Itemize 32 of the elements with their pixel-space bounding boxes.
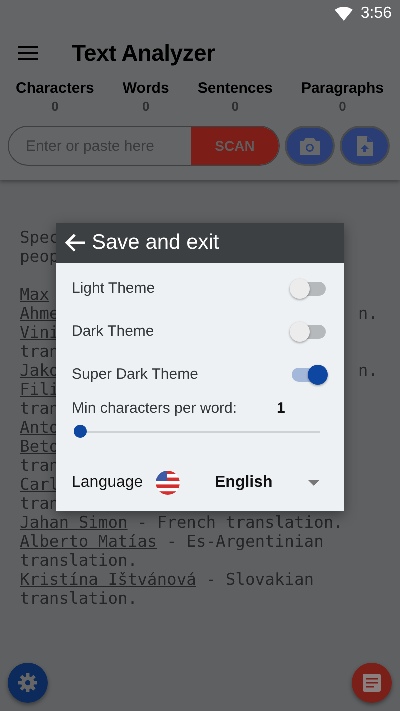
- stat-label: Words: [122, 80, 170, 97]
- body-text: - Es-Argentinian: [166, 532, 324, 551]
- language-label: Language: [72, 474, 144, 492]
- credit-link[interactable]: Carl: [20, 475, 60, 494]
- slider-label: Min characters per word:: [72, 400, 238, 417]
- body-text: n.: [358, 361, 379, 380]
- credit-link[interactable]: Max: [20, 285, 50, 304]
- body-text: translation.: [20, 551, 138, 570]
- slider-value: 1: [277, 400, 286, 417]
- toggle-label: Dark Theme: [72, 323, 154, 340]
- stat-value: 0: [232, 99, 239, 114]
- body-text: n.: [358, 304, 379, 323]
- toggle-label: Super Dark Theme: [72, 366, 198, 383]
- scan-button[interactable]: SCAN: [191, 127, 279, 165]
- status-time: 3:56: [360, 5, 392, 23]
- credit-link[interactable]: Fili: [20, 380, 60, 399]
- stat-label: Paragraphs: [301, 80, 384, 97]
- body-text: - French translation.: [136, 513, 344, 532]
- credit-link[interactable]: Kristína Ištvánová: [20, 570, 196, 589]
- body-text: - Slovakian: [205, 570, 314, 589]
- credit-link[interactable]: Vini: [20, 323, 60, 342]
- stat-label: Sentences: [198, 80, 273, 97]
- stat-label: Characters: [16, 80, 94, 97]
- credit-link[interactable]: Alberto Matías: [20, 532, 158, 551]
- app-title: Text Analyzer: [72, 40, 216, 66]
- body-text: translation.: [20, 589, 138, 608]
- credit-link[interactable]: Jahan Simon: [20, 513, 128, 532]
- body-text: Spec: [20, 228, 60, 247]
- toggle-label: Light Theme: [72, 280, 156, 297]
- language-dropdown[interactable]: English: [215, 474, 273, 492]
- stat-value: 0: [142, 99, 150, 114]
- dialog-title: Save and exit: [92, 231, 220, 255]
